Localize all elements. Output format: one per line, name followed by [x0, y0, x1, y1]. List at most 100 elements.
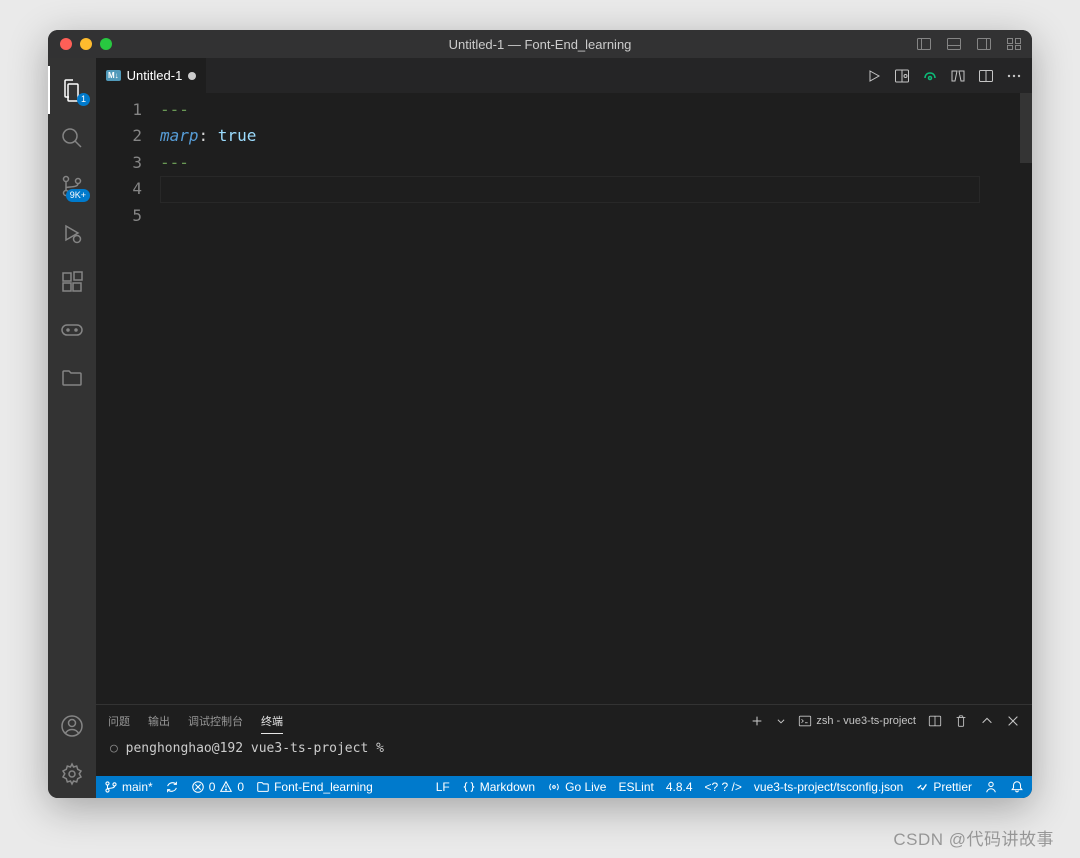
shell-label: zsh - vue3-ts-project: [816, 715, 916, 727]
status-problems[interactable]: 0 0: [191, 780, 244, 794]
broadcast-icon: [547, 780, 561, 794]
new-terminal-icon[interactable]: [750, 714, 764, 728]
status-version[interactable]: 4.8.4: [666, 780, 693, 794]
terminal-icon: [798, 714, 812, 728]
layout-panel-icon[interactable]: [946, 36, 962, 52]
activity-extensions[interactable]: [48, 258, 96, 306]
panel-actions: zsh - vue3-ts-project: [750, 714, 1020, 728]
status-notifications[interactable]: [1010, 780, 1024, 794]
status-eslint[interactable]: ESLint: [618, 780, 653, 794]
split-editor-icon[interactable]: [978, 68, 994, 84]
trash-icon[interactable]: [954, 714, 968, 728]
preview-side-icon[interactable]: [894, 68, 910, 84]
customize-layout-icon[interactable]: [1006, 36, 1022, 52]
activity-settings[interactable]: [48, 750, 96, 798]
line-number: 1: [96, 97, 142, 123]
activity-explorer[interactable]: 1: [48, 66, 96, 114]
status-bar: main* 0 0 Font-End_learning LF: [96, 776, 1032, 798]
bottom-panel: 问题 输出 调试控制台 终端 zsh - vue3-ts-project: [96, 704, 1032, 776]
panel-tab-output[interactable]: 输出: [148, 709, 170, 733]
line-number: 2: [96, 123, 142, 149]
terminal-shell-selector[interactable]: zsh - vue3-ts-project: [798, 714, 916, 728]
terminal-body[interactable]: ○ penghonghao@192 vue3-ts-project %: [96, 737, 1032, 776]
status-eol[interactable]: LF: [436, 780, 450, 794]
marp-preview-icon[interactable]: [922, 68, 938, 84]
terminal-prompt: penghonghao@192 vue3-ts-project %: [126, 741, 384, 756]
dirty-indicator-icon: [188, 72, 196, 80]
maximize-window-button[interactable]: [100, 38, 112, 50]
activity-folder[interactable]: [48, 354, 96, 402]
search-icon: [60, 126, 84, 150]
code-text: ---: [160, 100, 189, 119]
status-sync[interactable]: [165, 780, 179, 794]
status-language[interactable]: Markdown: [462, 780, 535, 794]
run-icon[interactable]: [866, 68, 882, 84]
bell-icon: [1010, 780, 1024, 794]
check-icon: [915, 780, 929, 794]
activity-accounts[interactable]: [48, 702, 96, 750]
prompt-indicator: ○: [110, 741, 126, 756]
code-editor[interactable]: 1 2 3 4 5 --- marp: true ---: [96, 93, 1032, 704]
close-panel-icon[interactable]: [1006, 714, 1020, 728]
sync-icon: [165, 780, 179, 794]
status-golive[interactable]: Go Live: [547, 780, 606, 794]
editor-actions: [866, 58, 1032, 93]
chevron-up-icon[interactable]: [980, 714, 994, 728]
activity-bar: 1 9K+: [48, 58, 96, 798]
panel-tab-terminal[interactable]: 终端: [261, 709, 283, 734]
activity-search[interactable]: [48, 114, 96, 162]
more-actions-icon[interactable]: [1006, 68, 1022, 84]
line-number: 5: [96, 203, 142, 229]
line-number: 4: [96, 176, 142, 202]
explorer-badge: 1: [77, 93, 90, 106]
split-diff-icon[interactable]: [950, 68, 966, 84]
error-icon: [191, 780, 205, 794]
activity-run-debug[interactable]: [48, 210, 96, 258]
status-tsconfig[interactable]: vue3-ts-project/tsconfig.json: [754, 780, 903, 794]
status-feedback[interactable]: [984, 780, 998, 794]
account-icon: [60, 714, 84, 738]
code-text: :: [199, 126, 218, 145]
tab-title: Untitled-1: [127, 68, 183, 83]
person-icon: [984, 780, 998, 794]
status-branch[interactable]: main*: [104, 780, 153, 794]
minimap-scrollbar[interactable]: [1020, 93, 1032, 163]
editor-tabbar: M↓ Untitled-1: [96, 58, 1032, 93]
watermark-text: CSDN @代码讲故事: [893, 825, 1054, 850]
scm-badge: 9K+: [66, 189, 90, 202]
window-title: Untitled-1 — Font-End_learning: [449, 37, 632, 52]
titlebar-layout-controls: [916, 36, 1022, 52]
status-folder[interactable]: Font-End_learning: [256, 780, 373, 794]
window-body: 1 9K+: [48, 58, 1032, 798]
code-text: marp: [160, 126, 199, 145]
titlebar: Untitled-1 — Font-End_learning: [48, 30, 1032, 58]
gear-icon: [60, 762, 84, 786]
folder-icon: [256, 780, 270, 794]
code-text: true: [218, 126, 257, 145]
vscode-window: Untitled-1 — Font-End_learning 1 9K+: [48, 30, 1032, 798]
line-number-gutter: 1 2 3 4 5: [96, 93, 160, 704]
markdown-file-icon: M↓: [106, 70, 121, 81]
panel-tab-debug[interactable]: 调试控制台: [188, 709, 243, 733]
chevron-down-icon[interactable]: [776, 716, 786, 726]
layout-sidebar-left-icon[interactable]: [916, 36, 932, 52]
activity-game[interactable]: [48, 306, 96, 354]
status-prettier[interactable]: Prettier: [915, 780, 972, 794]
gamepad-icon: [60, 322, 84, 338]
activity-source-control[interactable]: 9K+: [48, 162, 96, 210]
line-number: 3: [96, 150, 142, 176]
close-window-button[interactable]: [60, 38, 72, 50]
traffic-lights: [48, 38, 112, 50]
debug-icon: [60, 222, 84, 246]
code-content[interactable]: --- marp: true ---: [160, 93, 1032, 704]
folder-icon: [60, 366, 84, 390]
editor-tab[interactable]: M↓ Untitled-1: [96, 58, 207, 93]
minimize-window-button[interactable]: [80, 38, 92, 50]
warning-icon: [219, 780, 233, 794]
layout-sidebar-right-icon[interactable]: [976, 36, 992, 52]
git-branch-icon: [104, 780, 118, 794]
extensions-icon: [60, 270, 84, 294]
split-terminal-icon[interactable]: [928, 714, 942, 728]
status-tag[interactable]: <? ? />: [705, 780, 742, 794]
panel-tab-problems[interactable]: 问题: [108, 709, 130, 733]
